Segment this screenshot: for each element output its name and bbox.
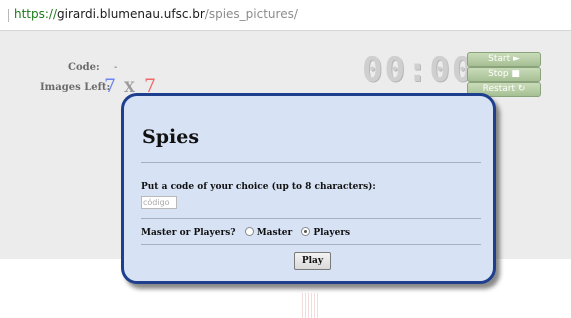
code-value: - (114, 62, 118, 73)
role-question: Master or Players? (141, 228, 236, 238)
divider (141, 162, 481, 163)
address-bar-divider (8, 9, 9, 22)
url-text[interactable]: https://girardi.blumenau.ufsc.br/spies_p… (14, 7, 298, 21)
divider (141, 244, 481, 245)
radio-master[interactable] (244, 227, 254, 236)
code-prompt-label: Put a code of your choice (up to 8 chara… (141, 182, 376, 192)
play-button[interactable]: Play (294, 252, 331, 270)
url-host: girardi.blumenau.ufsc.br (57, 7, 205, 21)
dialog-title: Spies (142, 126, 200, 148)
grid-cols-value: 7 (104, 75, 117, 97)
start-button[interactable]: Start ► (467, 52, 541, 67)
timer-display: 00:00 (362, 50, 475, 90)
radio-master-label[interactable]: Master (257, 228, 293, 238)
divider (141, 218, 481, 219)
address-bar[interactable]: https://girardi.blumenau.ufsc.br/spies_p… (0, 0, 571, 31)
url-scheme: https:// (14, 7, 58, 21)
stop-button[interactable]: Stop ■ (467, 67, 541, 82)
role-selector: Master or Players? Master Players (141, 227, 350, 238)
radio-players[interactable] (301, 227, 311, 236)
images-left-label: Images Left: (40, 82, 111, 93)
code-input[interactable]: código (141, 196, 177, 209)
code-label: Code: (68, 62, 100, 73)
spies-dialog: Spies Put a code of your choice (up to 8… (121, 93, 496, 284)
url-path: /spies_pictures/ (204, 7, 298, 21)
radio-players-label[interactable]: Players (313, 228, 350, 238)
board-edge-decoration (302, 293, 318, 318)
